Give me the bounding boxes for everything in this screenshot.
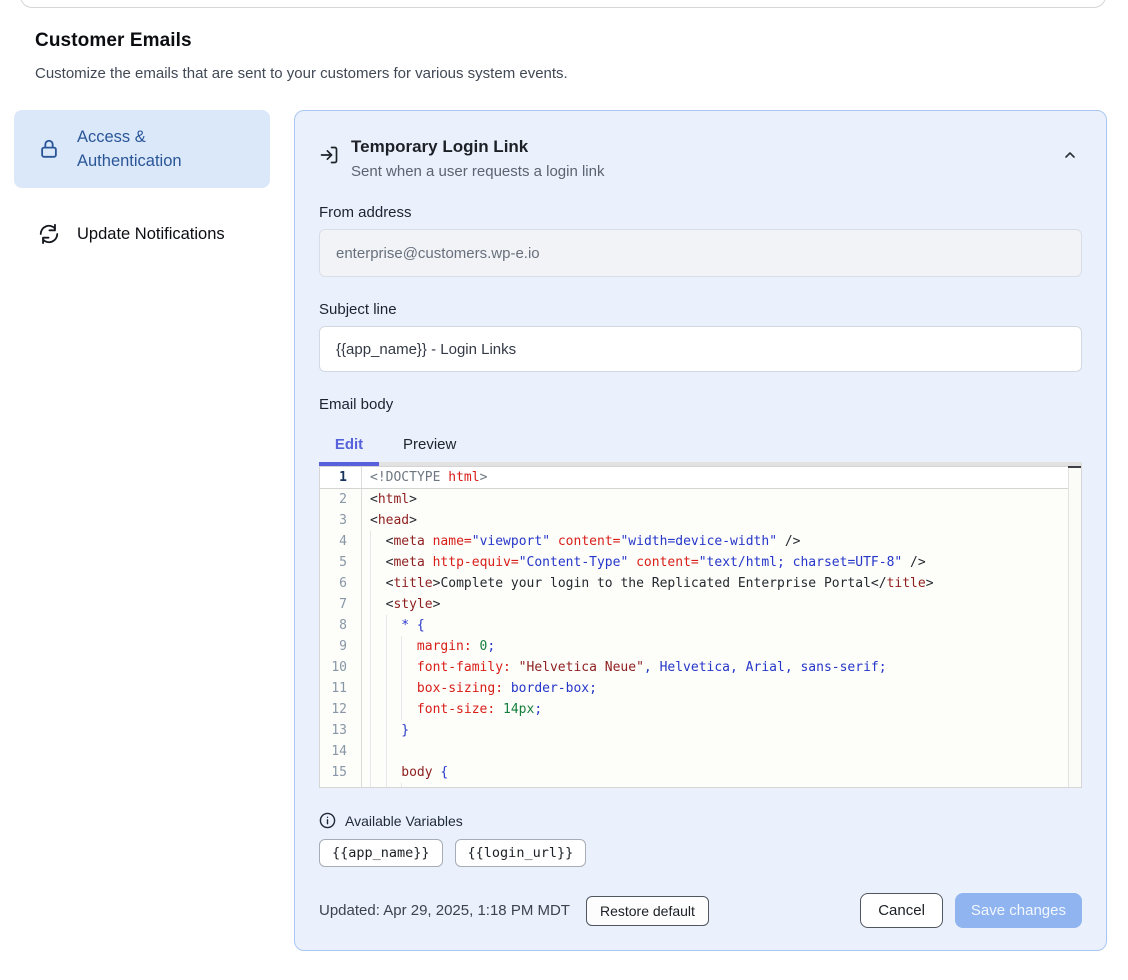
email-body-tabs: Edit Preview: [319, 427, 1082, 462]
panel-titles: Temporary Login Link Sent when a user re…: [351, 137, 1046, 180]
sidebar: Access & Authentication Update Notificat…: [14, 110, 270, 260]
collapse-button[interactable]: [1058, 143, 1082, 167]
line-number: 5: [320, 552, 362, 573]
code-line[interactable]: 16background-color: #f9f9f9;: [320, 783, 1081, 788]
code-line[interactable]: 3<head>: [320, 510, 1081, 531]
code-line[interactable]: 11box-sizing: border-box;: [320, 678, 1081, 699]
line-number: 1: [320, 467, 362, 488]
subject-line-label: Subject line: [319, 301, 1082, 318]
code-line[interactable]: 14: [320, 741, 1081, 762]
code-line[interactable]: 12font-size: 14px;: [320, 699, 1081, 720]
line-number: 12: [320, 699, 362, 720]
save-changes-button[interactable]: Save changes: [955, 893, 1082, 928]
panel-footer: Updated: Apr 29, 2025, 1:18 PM MDT Resto…: [319, 893, 1082, 928]
updated-timestamp: Updated: Apr 29, 2025, 1:18 PM MDT: [319, 902, 570, 919]
line-number: 10: [320, 657, 362, 678]
restore-default-button[interactable]: Restore default: [586, 896, 709, 926]
sidebar-item-label: Access & Authentication: [77, 125, 254, 173]
line-number: 9: [320, 636, 362, 657]
code-line[interactable]: 2<html>: [320, 489, 1081, 510]
line-number: 15: [320, 762, 362, 783]
code-editor[interactable]: 1<!DOCTYPE html>2<html>3<head>4<meta nam…: [319, 462, 1082, 788]
code-line[interactable]: 1<!DOCTYPE html>: [320, 466, 1081, 489]
previous-card-edge: [20, 0, 1106, 8]
tab-edit[interactable]: Edit: [319, 427, 379, 462]
editor-scrollbar-track[interactable]: [1068, 466, 1081, 787]
email-body-label: Email body: [319, 396, 1082, 413]
code-line[interactable]: 10font-family: "Helvetica Neue", Helveti…: [320, 657, 1081, 678]
line-number: 3: [320, 510, 362, 531]
variable-chip-app-name[interactable]: {{app_name}}: [319, 839, 443, 867]
chevron-up-icon: [1062, 147, 1078, 163]
variable-chip-login-url[interactable]: {{login_url}}: [455, 839, 587, 867]
line-number: 8: [320, 615, 362, 636]
code-line[interactable]: 15body {: [320, 762, 1081, 783]
panel-subtitle: Sent when a user requests a login link: [351, 163, 1046, 180]
from-address-label: From address: [319, 204, 1082, 221]
sidebar-item-update-notifications[interactable]: Update Notifications: [14, 208, 270, 260]
code-line[interactable]: 5<meta http-equiv="Content-Type" content…: [320, 552, 1081, 573]
page-subtitle: Customize the emails that are sent to yo…: [35, 65, 1093, 82]
variable-chips: {{app_name}} {{login_url}}: [319, 839, 1082, 867]
refresh-icon: [38, 223, 60, 245]
code-line[interactable]: 4<meta name="viewport" content="width=de…: [320, 531, 1081, 552]
line-number: 11: [320, 678, 362, 699]
sidebar-item-access-authentication[interactable]: Access & Authentication: [14, 110, 270, 188]
line-number: 7: [320, 594, 362, 615]
line-number: 13: [320, 720, 362, 741]
editor-scrollbar-thumb[interactable]: [1068, 462, 1081, 468]
content-row: Access & Authentication Update Notificat…: [14, 110, 1107, 951]
sidebar-item-label: Update Notifications: [77, 222, 225, 246]
page-title: Customer Emails: [35, 30, 1093, 52]
panel-title: Temporary Login Link: [351, 137, 1046, 157]
login-icon: [319, 145, 339, 165]
email-settings-panel: Temporary Login Link Sent when a user re…: [294, 110, 1107, 951]
panel-header: Temporary Login Link Sent when a user re…: [319, 137, 1082, 180]
code-line[interactable]: 6<title>Complete your login to the Repli…: [320, 573, 1081, 594]
line-number: 14: [320, 741, 362, 762]
code-line[interactable]: 13}: [320, 720, 1081, 741]
line-number: 6: [320, 573, 362, 594]
from-address-input[interactable]: [319, 229, 1082, 277]
code-line[interactable]: 7<style>: [320, 594, 1081, 615]
available-variables-label: Available Variables: [345, 813, 463, 829]
code-editor-lines: 1<!DOCTYPE html>2<html>3<head>4<meta nam…: [320, 466, 1081, 788]
line-number: 2: [320, 489, 362, 510]
available-variables-row: Available Variables: [319, 812, 1082, 829]
info-icon: [319, 812, 336, 829]
subject-line-input[interactable]: [319, 326, 1082, 372]
code-line[interactable]: 9margin: 0;: [320, 636, 1081, 657]
cancel-button[interactable]: Cancel: [860, 893, 943, 928]
page-header: Customer Emails Customize the emails tha…: [0, 0, 1128, 82]
line-number: 4: [320, 531, 362, 552]
lock-icon: [38, 138, 60, 160]
line-number: 16: [320, 783, 362, 788]
code-line[interactable]: 8* {: [320, 615, 1081, 636]
tab-preview[interactable]: Preview: [403, 427, 456, 462]
